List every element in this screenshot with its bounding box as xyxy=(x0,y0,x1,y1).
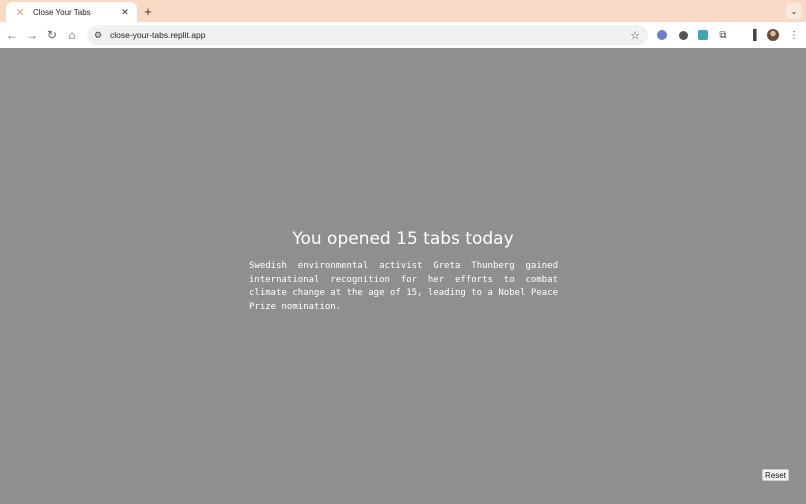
tabs-count-headline: You opened 15 tabs today xyxy=(292,229,514,249)
extensions-puzzle-icon[interactable]: ⧉ xyxy=(716,28,730,42)
reset-button[interactable]: Reset xyxy=(762,469,789,481)
fact-text: Swedish environmental activist Greta Thu… xyxy=(249,261,558,312)
url-text[interactable]: close-your-tabs.replit.app xyxy=(110,30,628,40)
close-tab-icon[interactable]: ✕ xyxy=(119,6,131,18)
extension-icon-2[interactable] xyxy=(676,28,690,42)
profile-avatar[interactable] xyxy=(766,28,780,42)
reload-icon[interactable]: ↻ xyxy=(45,28,59,42)
new-tab-button[interactable]: + xyxy=(141,4,155,19)
forward-icon[interactable]: → xyxy=(25,28,39,42)
site-info-icon[interactable]: ⚙ xyxy=(90,27,106,43)
extension-icon-1[interactable] xyxy=(655,28,669,42)
back-icon[interactable]: ← xyxy=(5,28,19,42)
home-icon[interactable]: ⌂ xyxy=(65,28,79,42)
tab-title: Close Your Tabs xyxy=(33,7,91,17)
extension-icon-3[interactable] xyxy=(696,28,710,42)
browser-menu-icon[interactable]: ⋮ xyxy=(787,28,801,42)
tab-strip: ✕ Close Your Tabs ✕ + ⌄ xyxy=(0,0,806,22)
replit-icon: ✕ xyxy=(15,6,25,19)
page-content: You opened 15 tabs today Swedish environ… xyxy=(0,48,806,504)
side-panel-icon[interactable]: ▐ xyxy=(746,28,760,42)
bookmark-star-icon[interactable]: ☆ xyxy=(628,28,642,42)
tab-search-icon[interactable]: ⌄ xyxy=(786,3,802,19)
tab-close-your-tabs[interactable]: ✕ Close Your Tabs ✕ xyxy=(6,2,137,22)
address-bar[interactable]: ⚙ close-your-tabs.replit.app ☆ xyxy=(87,25,648,45)
browser-toolbar: ← → ↻ ⌂ ⚙ close-your-tabs.replit.app ☆ ⧉… xyxy=(0,22,806,48)
